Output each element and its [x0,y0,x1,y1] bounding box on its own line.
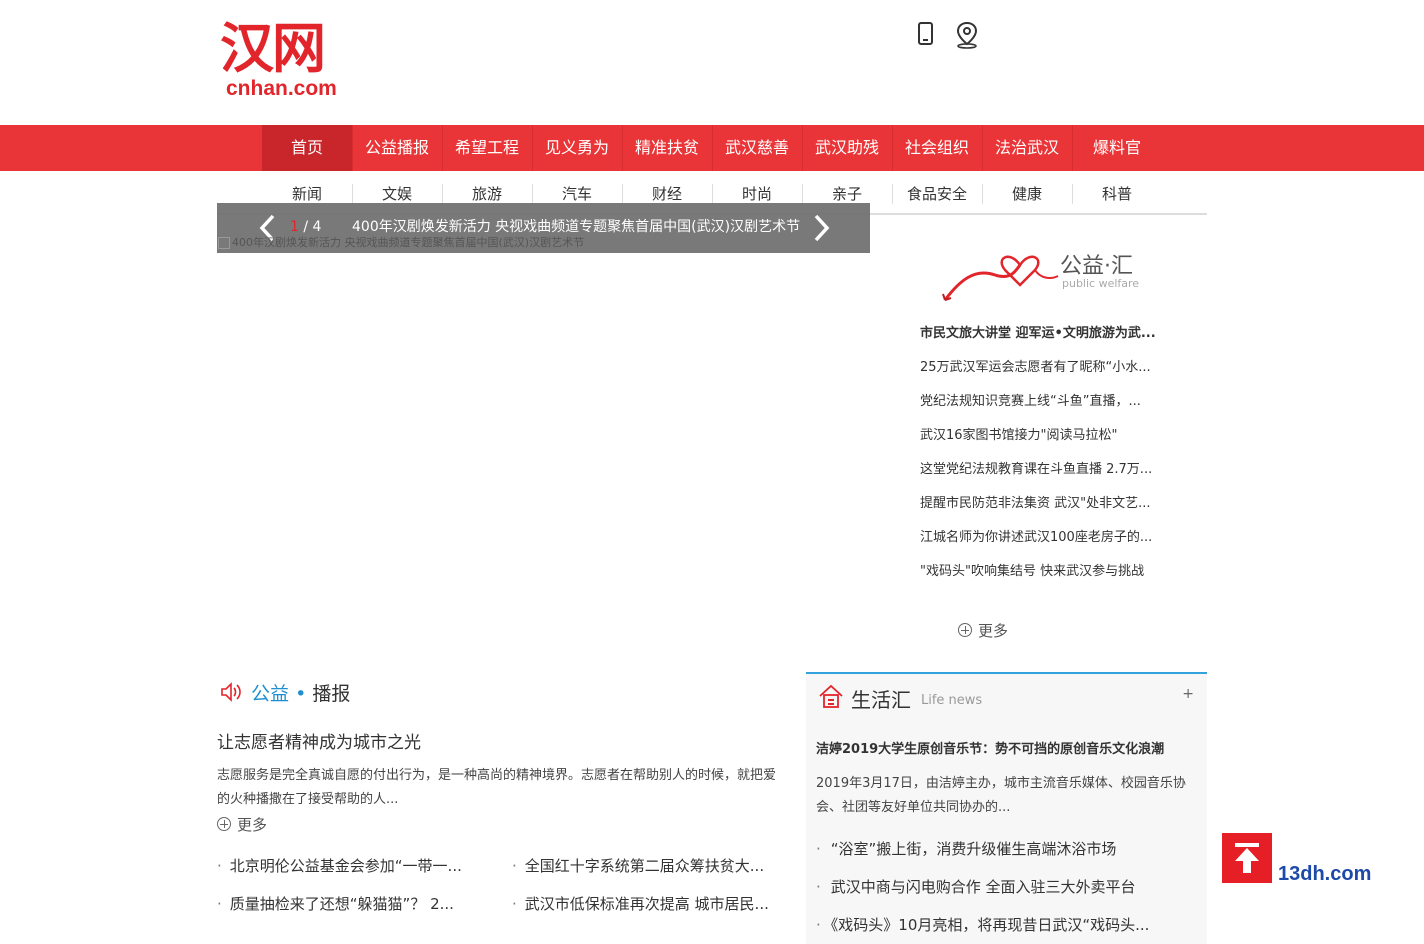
plus-circle-icon [958,623,972,637]
upload-arrow-icon [1222,833,1272,883]
bullet-icon: · [816,840,821,858]
list-item[interactable]: · 《戏码头》10月亮相，将再现昔日武汉“戏码头... [816,914,1149,935]
broadcast-summary: 志愿服务是完全真诚自愿的付出行为，是一种高尚的精神境界。志愿者在帮助别人的时候，… [217,768,777,807]
title-dot: • [295,683,307,705]
list-item[interactable]: 武汉16家图书馆接力"阅读马拉松" [920,424,1180,458]
broadcast-title-rest: 播报 [312,683,351,705]
location-icon[interactable] [953,20,981,50]
bullet-icon: · [217,857,222,875]
list-item[interactable]: · 武汉中商与闪电购合作 全面入驻三大外卖平台 [816,876,1136,897]
broadcast-more-link[interactable]: 更多 [217,814,267,835]
life-news-expand-button[interactable]: + [1182,686,1194,702]
list-item[interactable]: 江城名师为你讲述武汉100座老房子的... [920,526,1180,560]
news-item-text: 北京明伦公益基金会参加“一带一... [229,857,462,875]
nav-hope-project[interactable]: 希望工程 [442,125,532,171]
broadcast-headline[interactable]: 让志愿者精神成为城市之光 [217,730,421,756]
nav-disability-aid[interactable]: 武汉助残 [802,125,892,171]
list-item[interactable]: 市民文旅大讲堂 迎军运•文明旅游为武... [920,322,1180,356]
nav-tipoff[interactable]: 爆料官 [1072,125,1162,171]
more-label: 更多 [978,622,1009,640]
slider-next-icon[interactable] [806,213,836,243]
more-label: 更多 [237,816,268,834]
watermark-text: 13dh.com [1278,863,1372,885]
ribbon-heart-icon [942,255,1059,301]
life-news-subtitle: Life news [921,693,983,708]
life-news-title: 生活汇 [851,688,911,712]
news-item[interactable]: · 全国红十字系统第二届众筹扶贫大... [512,856,764,876]
nav-rule-of-law[interactable]: 法治武汉 [982,125,1072,171]
slider-current: 1 [290,219,299,235]
nav-charity-news[interactable]: 公益播报 [352,125,442,171]
news-item-text: 全国红十字系统第二届众筹扶贫大... [524,857,765,875]
broadcast-title-charity: 公益 [251,683,290,705]
list-item[interactable]: 党纪法规知识竞赛上线“斗鱼”直播，... [920,390,1180,424]
news-item-text: 质量抽检来了还想“躲猫猫”？ 2... [229,895,454,913]
broadcast-section-title: 公益 • 播报 [219,680,350,711]
list-item[interactable]: · “浴室”搬上街，消费升级催生高端沐浴市场 [816,838,1116,859]
house-icon [817,683,845,715]
life-news-summary: 2019年3月17日，由洁婷主办，城市主流音乐媒体、校园音乐协会、社团等友好单位… [816,776,1186,815]
logo-chinese: 汉网 [220,17,326,80]
bullet-icon: · [512,857,517,875]
public-welfare-logo: 公益·汇 public welfare [940,240,1160,305]
subnav-science[interactable]: 科普 [1072,182,1162,206]
public-welfare-more-link[interactable]: 更多 [958,620,1008,641]
life-news-headline[interactable]: 洁婷2019大学生原创音乐节：势不可挡的原创音乐文化浪潮 [816,738,1164,757]
slider-image-alt: 400年汉剧焕发新活力 央视戏曲频道专题聚焦首届中国(武汉)汉剧艺术节 [232,236,585,249]
bullet-icon: · [816,916,821,934]
public-welfare-list: 市民文旅大讲堂 迎军运•文明旅游为武... 25万武汉军运会志愿者有了昵称“小水… [920,322,1180,594]
bullet-icon: · [217,895,222,913]
news-item[interactable]: · 质量抽检来了还想“躲猫猫”？ 2... [217,894,454,914]
nav-bravery[interactable]: 见义勇为 [532,125,622,171]
slider-title[interactable]: 400年汉剧焕发新活力 央视戏曲频道专题聚焦首届中国(武汉)汉剧艺术节 [352,217,800,237]
public-welfare-title: 公益·汇 [1060,254,1133,279]
nav-wuhan-charity[interactable]: 武汉慈善 [712,125,802,171]
list-item[interactable]: 25万武汉军运会志愿者有了昵称“小水... [920,356,1180,390]
news-item[interactable]: · 武汉市低保标准再次提高 城市居民... [512,894,769,914]
logo-domain: cnhan.com [226,77,337,100]
plus-circle-icon [217,817,231,831]
nav-poverty-relief[interactable]: 精准扶贫 [622,125,712,171]
site-logo[interactable]: 汉网 cnhan.com [220,20,345,102]
list-item-text: 《戏码头》10月亮相，将再现昔日武汉“戏码头... [830,916,1150,934]
mobile-icon[interactable] [912,20,940,50]
slider-total: / 4 [303,219,322,235]
nav-social-org[interactable]: 社会组织 [892,125,982,171]
list-item[interactable]: 这堂党纪法规教育课在斗鱼直播 2.7万... [920,458,1180,492]
subnav-health[interactable]: 健康 [982,182,1072,206]
public-welfare-subtitle: public welfare [1062,277,1140,290]
speaker-icon [219,681,243,711]
news-item-text: 武汉市低保标准再次提高 城市居民... [524,895,769,913]
life-news-panel: 生活汇 Life news + 洁婷2019大学生原创音乐节：势不可挡的原创音乐… [806,672,1207,944]
subnav-food-safety[interactable]: 食品安全 [892,182,982,206]
broken-image-icon [218,237,230,249]
list-item-text: 武汉中商与闪电购合作 全面入驻三大外卖平台 [830,878,1136,896]
slider-counter: 1 / 4 [290,217,321,237]
nav-home[interactable]: 首页 [262,125,352,171]
bullet-icon: · [512,895,517,913]
slider-image[interactable]: 400年汉剧焕发新活力 央视戏曲频道专题聚焦首届中国(武汉)汉剧艺术节 [218,236,584,250]
list-item-text: “浴室”搬上街，消费升级催生高端沐浴市场 [830,840,1117,858]
news-item[interactable]: · 北京明伦公益基金会参加“一带一... [217,856,462,876]
bullet-icon: · [816,878,821,896]
list-item[interactable]: 提醒市民防范非法集资 武汉"处非文艺... [920,492,1180,526]
list-item[interactable]: "戏码头"吹响集结号 快来武汉参与挑战 [920,560,1180,594]
main-nav: 首页 公益播报 希望工程 见义勇为 精准扶贫 武汉慈善 武汉助残 社会组织 法治… [0,125,1424,171]
